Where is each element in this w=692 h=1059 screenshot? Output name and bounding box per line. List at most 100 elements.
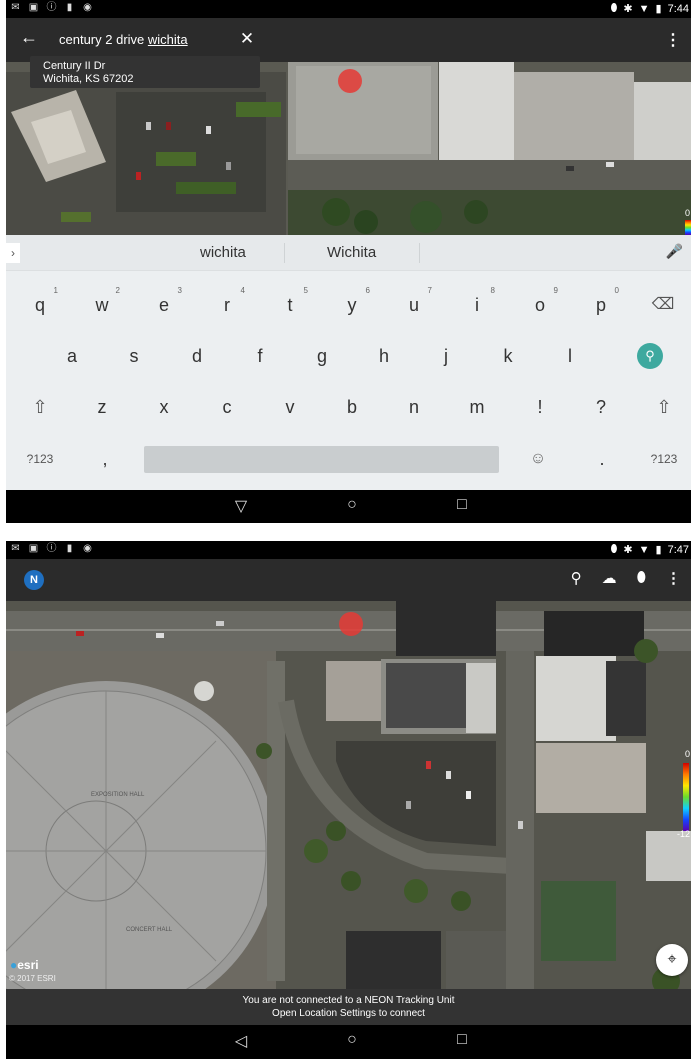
map-label: CONCERT HALL: [126, 927, 173, 933]
status-bar: ✉ ▣ ⓘ ▮ ◉ ⬮ ✱ ▼ ▮ 7:44: [6, 0, 691, 18]
elevation-legend: [685, 220, 691, 235]
key-hint: 9: [553, 286, 558, 295]
key-label: w: [95, 295, 109, 315]
key-j[interactable]: j: [422, 334, 470, 378]
connection-notice[interactable]: You are not connected to a NEON Tracking…: [6, 989, 691, 1025]
key-e[interactable]: e3: [140, 283, 188, 327]
query-composing-text: wichita: [147, 32, 188, 47]
shift-key-right[interactable]: ⇧: [640, 385, 688, 429]
key-x[interactable]: x: [140, 385, 188, 429]
alert-icon: ⓘ: [46, 2, 57, 13]
locate-icon[interactable]: ⌖: [656, 944, 688, 976]
symbols-key-right[interactable]: ?123: [640, 437, 688, 481]
key-question[interactable]: ?: [577, 385, 625, 429]
key-n[interactable]: n: [390, 385, 438, 429]
location-marker[interactable]: [338, 69, 362, 93]
key-c[interactable]: c: [203, 385, 251, 429]
period-key[interactable]: .: [578, 437, 626, 481]
bluetooth-icon: ✱: [623, 3, 633, 15]
key-label: y: [347, 295, 357, 315]
android-icon: ◉: [83, 543, 92, 554]
key-v[interactable]: v: [266, 385, 314, 429]
search-input[interactable]: century 2 drive wichita: [59, 32, 188, 47]
key-k[interactable]: k: [484, 334, 532, 378]
shift-key-left[interactable]: ⇧: [16, 385, 64, 429]
microphone-icon[interactable]: 🎤: [666, 243, 683, 260]
location-icon: ⬮: [610, 543, 618, 555]
legend-top-value: 0: [684, 749, 690, 759]
key-s[interactable]: s: [110, 334, 158, 378]
key-d[interactable]: d: [173, 334, 221, 378]
location-icon: ⬮: [610, 2, 618, 14]
search-icon[interactable]: ⚲: [571, 569, 582, 587]
key-r[interactable]: r4: [203, 283, 251, 327]
flag-icon: ▮: [66, 2, 73, 13]
recents-nav-icon[interactable]: □: [452, 1031, 472, 1049]
location-marker[interactable]: [339, 612, 363, 636]
key-q[interactable]: q1: [16, 283, 64, 327]
wifi-icon: ▼: [638, 2, 650, 15]
key-hint: 6: [365, 286, 370, 295]
chevron-right-icon[interactable]: ›: [6, 243, 20, 263]
key-f[interactable]: f: [236, 334, 284, 378]
key-i[interactable]: i8: [453, 283, 501, 327]
word-suggestion[interactable]: wichita: [200, 244, 246, 261]
backspace-icon[interactable]: ⌫: [639, 283, 687, 327]
key-label: p: [595, 295, 606, 315]
app-logo: N: [24, 570, 44, 590]
more-vert-icon[interactable]: ⋮: [665, 30, 681, 50]
battery-icon: ▮: [655, 544, 662, 556]
key-p[interactable]: p0: [577, 283, 625, 327]
pin-icon[interactable]: ⬮: [637, 569, 646, 587]
key-label: t: [287, 295, 293, 315]
back-nav-icon[interactable]: ◁: [231, 1031, 251, 1051]
recents-nav-icon[interactable]: □: [452, 496, 472, 514]
mail-icon: ✉: [11, 543, 20, 554]
home-nav-icon[interactable]: ○: [342, 1031, 362, 1049]
key-g[interactable]: g: [298, 334, 346, 378]
key-h[interactable]: h: [360, 334, 408, 378]
key-m[interactable]: m: [453, 385, 501, 429]
emoji-key[interactable]: ☺: [514, 437, 562, 481]
comma-key[interactable]: ,: [81, 437, 129, 481]
map-label: EXPOSITION HALL: [91, 792, 145, 798]
key-y[interactable]: y6: [328, 283, 376, 327]
key-hint: 5: [303, 286, 308, 295]
space-key[interactable]: [144, 446, 499, 473]
home-nav-icon[interactable]: ○: [342, 496, 362, 514]
alert-icon: ⓘ: [46, 543, 57, 554]
key-o[interactable]: o9: [516, 283, 564, 327]
clock: 7:44: [667, 2, 689, 15]
symbols-key[interactable]: ?123: [16, 437, 64, 481]
satellite-imagery: EXPOSITION HALL CONCERT HALL: [6, 601, 691, 989]
map-view[interactable]: EXPOSITION HALL CONCERT HALL 0 -12 ●esri…: [6, 601, 691, 989]
navigation-bar: ▽ ○ □: [6, 490, 691, 523]
more-vert-icon[interactable]: ⋮: [666, 569, 681, 587]
cloud-download-icon[interactable]: ☁: [602, 569, 617, 587]
notice-line2: Open Location Settings to connect: [272, 1008, 425, 1019]
key-l[interactable]: l: [546, 334, 594, 378]
key-exclamation[interactable]: !: [516, 385, 564, 429]
app-bar: N ⚲ ☁ ⬮ ⋮: [6, 559, 691, 601]
screen-map: ✉ ▣ ⓘ ▮ ◉ ⬮ ✱ ▼ ▮ 7:47 N ⚲ ☁ ⬮ ⋮ EXPOSIT…: [6, 541, 691, 1059]
key-w[interactable]: w2: [78, 283, 126, 327]
key-label: o: [534, 295, 545, 315]
key-z[interactable]: z: [78, 385, 126, 429]
arrow-back-icon[interactable]: ←: [20, 27, 40, 48]
status-bar: ✉ ▣ ⓘ ▮ ◉ ⬮ ✱ ▼ ▮ 7:47: [6, 541, 691, 559]
key-hint: 3: [177, 286, 182, 295]
key-a[interactable]: a: [48, 334, 96, 378]
close-icon[interactable]: ✕: [238, 29, 256, 49]
clock: 7:47: [667, 543, 689, 556]
photo-icon: ▣: [28, 543, 39, 554]
esri-logo: ●esri: [10, 958, 39, 972]
key-b[interactable]: b: [328, 385, 376, 429]
back-nav-icon[interactable]: ▽: [231, 496, 251, 516]
word-suggestion[interactable]: Wichita: [327, 244, 376, 261]
suggestion-street: Century II Dr: [43, 60, 106, 72]
search-key[interactable]: ⚲: [637, 343, 663, 369]
key-u[interactable]: u7: [390, 283, 438, 327]
key-t[interactable]: t5: [266, 283, 314, 327]
search-suggestion[interactable]: Century II Dr Wichita, KS 67202: [30, 56, 260, 88]
suggestion-city: Wichita, KS 67202: [43, 73, 134, 85]
